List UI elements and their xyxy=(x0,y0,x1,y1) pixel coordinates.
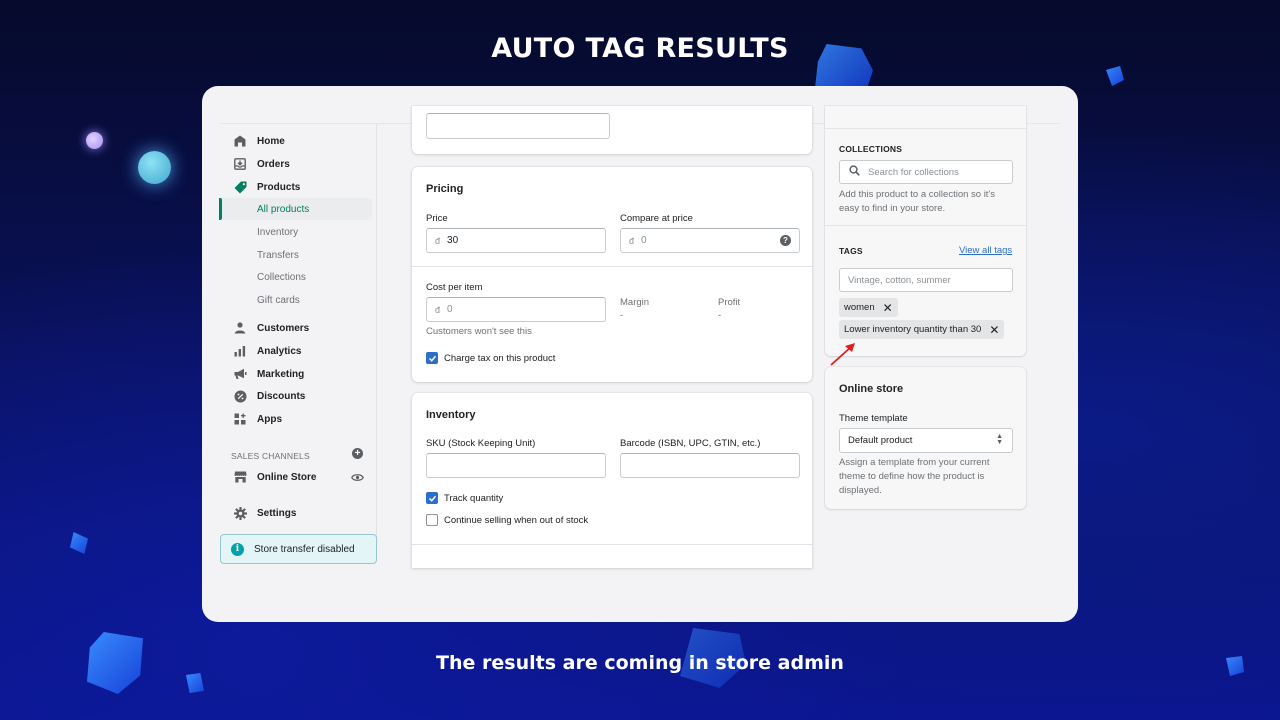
sidebar: Home Orders Products All products Invent… xyxy=(219,124,377,564)
tags-divider xyxy=(825,225,1026,226)
currency-prefix: đ xyxy=(435,304,441,315)
checkbox-unchecked-icon xyxy=(426,514,438,526)
tags-heading: TAGS xyxy=(839,246,863,256)
margin-label: Margin xyxy=(620,297,650,308)
sidebar-item-orders[interactable]: Orders xyxy=(220,153,372,175)
sidebar-subitem-collections[interactable]: Collections xyxy=(220,266,372,288)
theme-template-label: Theme template xyxy=(839,413,908,424)
online-store-card: Online store Theme template Default prod… xyxy=(825,367,1026,509)
info-icon: i xyxy=(231,542,244,556)
sidebar-item-marketing[interactable]: Marketing xyxy=(220,363,372,385)
sidebar-item-apps[interactable]: Apps xyxy=(220,408,372,430)
cost-help-text: Customers won't see this xyxy=(426,326,532,337)
sidebar-item-online-store[interactable]: Online Store xyxy=(220,466,372,488)
sidebar-item-customers[interactable]: Customers xyxy=(220,317,372,339)
sidebar-item-products[interactable]: Products xyxy=(220,176,372,198)
sku-input[interactable] xyxy=(426,453,606,478)
decor-cube xyxy=(186,673,204,693)
select-arrows-icon: ▲ ▼ xyxy=(996,433,1003,446)
sidebar-subitem-gift-cards[interactable]: Gift cards xyxy=(220,289,372,311)
collections-help-text: Add this product to a collection so it's… xyxy=(839,189,996,214)
search-icon xyxy=(849,165,860,179)
decor-sphere-cyan xyxy=(138,151,171,184)
sales-channels-heading: SALES CHANNELS xyxy=(231,451,310,461)
theme-template-select[interactable]: Default product ▲ ▼ xyxy=(839,428,1013,453)
inventory-title: Inventory xyxy=(426,409,476,421)
pricing-card: Pricing Price đ 30 Compare at price đ 0 … xyxy=(412,167,812,382)
view-all-tags-link[interactable]: View all tags xyxy=(959,245,1012,256)
sidebar-subitem-inventory[interactable]: Inventory xyxy=(220,221,372,243)
sidebar-subitem-transfers[interactable]: Transfers xyxy=(220,244,372,266)
decor-cube xyxy=(1106,66,1124,86)
tag-chip: women ✕ xyxy=(839,298,898,317)
remove-tag-close-icon[interactable]: ✕ xyxy=(883,302,893,314)
theme-help-text: Assign a template from your current them… xyxy=(839,457,990,496)
price-label: Price xyxy=(426,213,448,224)
annotation-arrow-icon xyxy=(830,343,855,366)
analytics-icon xyxy=(233,344,247,358)
collections-search-input[interactable]: Search for collections xyxy=(839,160,1013,184)
barcode-label: Barcode (ISBN, UPC, GTIN, etc.) xyxy=(620,438,761,449)
tag-chip: Lower inventory quantity than 30 ✕ xyxy=(839,320,1005,339)
apps-icon xyxy=(233,412,247,426)
compare-at-price-input[interactable]: đ 0 ? xyxy=(620,228,800,253)
price-input[interactable]: đ 30 xyxy=(426,228,606,253)
partial-input[interactable] xyxy=(426,113,610,139)
orders-icon xyxy=(233,157,247,171)
margin-value: - xyxy=(620,310,624,321)
add-sales-channel-icon[interactable]: + xyxy=(352,448,363,459)
organization-top-divider xyxy=(825,128,1026,129)
home-icon xyxy=(233,134,247,148)
profit-label: Profit xyxy=(718,297,741,308)
currency-prefix: đ xyxy=(435,235,441,246)
sidebar-subitem-all-products[interactable]: All products xyxy=(219,198,372,220)
store-transfer-notice: i Store transfer disabled xyxy=(220,534,377,564)
partial-card-above xyxy=(412,106,812,154)
cost-per-item-input[interactable]: đ 0 xyxy=(426,297,606,322)
charge-tax-checkbox[interactable]: Charge tax on this product xyxy=(426,352,555,364)
admin-screenshot-frame: Home Orders Products All products Invent… xyxy=(202,86,1078,622)
inventory-card: Inventory SKU (Stock Keeping Unit) Barco… xyxy=(412,393,812,568)
banner-subline: The results are coming in store admin xyxy=(436,652,844,674)
megaphone-icon xyxy=(233,367,247,381)
decor-cube xyxy=(70,532,88,554)
organization-card: COLLECTIONS Search for collections Add t… xyxy=(825,106,1026,356)
pricing-divider xyxy=(412,266,812,267)
sidebar-item-settings[interactable]: Settings xyxy=(220,502,372,524)
discount-icon xyxy=(233,389,247,403)
barcode-input[interactable] xyxy=(620,453,800,478)
pricing-title: Pricing xyxy=(426,183,464,195)
checkbox-checked-icon xyxy=(426,352,438,364)
track-quantity-checkbox[interactable]: Track quantity xyxy=(426,492,503,504)
inventory-divider xyxy=(412,544,812,545)
tag-icon xyxy=(233,180,247,194)
decor-sphere-purple xyxy=(86,132,103,149)
profit-value: - xyxy=(718,310,722,321)
store-icon xyxy=(233,470,247,484)
sidebar-item-discounts[interactable]: Discounts xyxy=(220,385,372,407)
gear-icon xyxy=(233,506,247,520)
help-question-icon[interactable]: ? xyxy=(780,235,791,246)
collections-heading: COLLECTIONS xyxy=(839,144,903,154)
remove-tag-close-icon[interactable]: ✕ xyxy=(989,324,999,336)
banner-headline: AUTO TAG RESULTS xyxy=(491,33,789,64)
sidebar-item-home[interactable]: Home xyxy=(220,130,372,152)
view-store-eye-icon[interactable] xyxy=(351,471,364,484)
active-indicator xyxy=(219,198,222,220)
checkbox-checked-icon xyxy=(426,492,438,504)
currency-prefix: đ xyxy=(629,235,635,246)
continue-selling-checkbox[interactable]: Continue selling when out of stock xyxy=(426,514,588,526)
tags-input[interactable]: Vintage, cotton, summer xyxy=(839,268,1013,292)
compare-at-price-label: Compare at price xyxy=(620,213,693,224)
sidebar-item-analytics[interactable]: Analytics xyxy=(220,340,372,362)
cost-per-item-label: Cost per item xyxy=(426,282,483,293)
customers-icon xyxy=(233,321,247,335)
online-store-title: Online store xyxy=(839,383,904,395)
sku-label: SKU (Stock Keeping Unit) xyxy=(426,438,536,449)
